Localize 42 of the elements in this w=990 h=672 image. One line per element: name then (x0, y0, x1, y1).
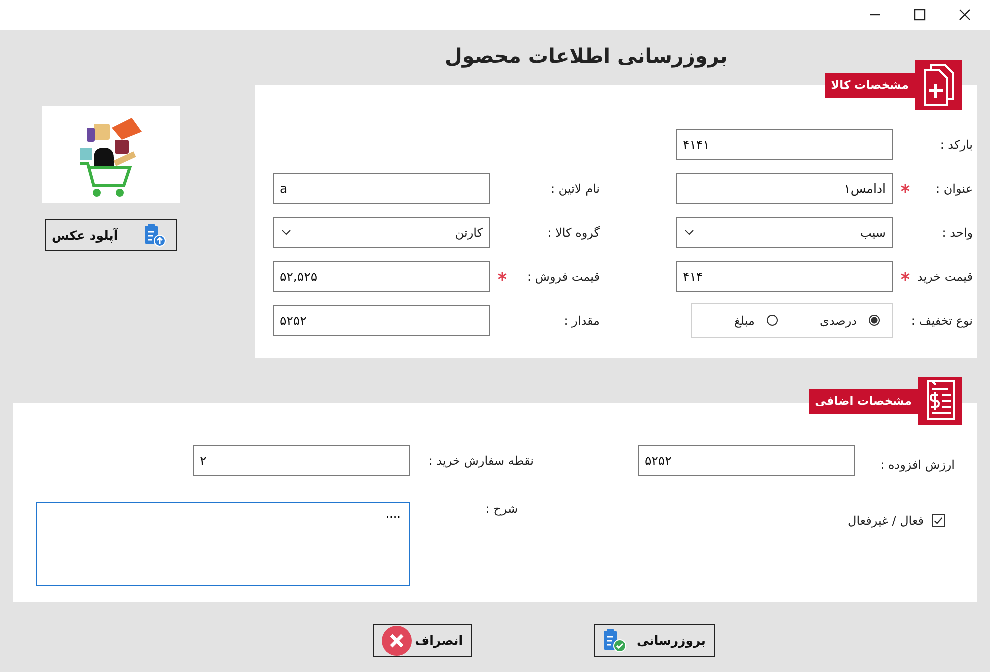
field-label: نام لاتین : (550, 182, 600, 196)
section-title: مشخصات کالا (825, 72, 915, 98)
input-field[interactable]: ۵۲,۵۲۵ (273, 261, 490, 292)
maximize-icon[interactable] (914, 9, 926, 21)
form-title: بروزرسانی اطلاعات محصول (445, 44, 728, 68)
field-label: ارزش افزوده : (880, 456, 955, 472)
field-label: عنوان : (936, 182, 973, 196)
clipboard-check-icon (603, 628, 627, 653)
close-circle-icon (382, 626, 412, 656)
radio-button[interactable] (766, 315, 778, 326)
input-field[interactable]: ۴۱۴۱ (676, 129, 893, 160)
field-label: قیمت فروش : (527, 270, 600, 284)
field-label: نقطه سفارش خرید : (428, 454, 534, 468)
dropdown[interactable]: سیب (676, 217, 893, 248)
field-label: واحد : (942, 226, 973, 240)
field-label: قیمت خرید (917, 270, 973, 284)
chevron-down-icon (685, 230, 694, 236)
radio-label: درصدی (820, 314, 857, 328)
field-label: گروه کالا : (548, 226, 600, 240)
description-field[interactable]: .... (36, 502, 410, 586)
section-title: مشخصات اضافی (809, 388, 918, 414)
dropdown[interactable]: کارتن (273, 217, 490, 248)
input-field[interactable]: ۵۲۵۲ (638, 445, 855, 476)
input-field[interactable]: a (273, 173, 490, 204)
input-field[interactable]: ۵۲۵۲ (273, 305, 490, 336)
input-field[interactable]: ادامس۱ (676, 173, 893, 204)
update-button[interactable]: بروزرسانی (594, 624, 715, 657)
field-label: بارکد : (940, 138, 973, 152)
radio-button[interactable] (869, 315, 880, 326)
input-field[interactable]: ۲ (193, 445, 410, 476)
field-label: نوع تخفیف : (911, 314, 973, 328)
upload-button[interactable]: آپلود عکس (45, 219, 177, 251)
field-label: مقدار : (564, 314, 600, 328)
close-icon[interactable] (959, 9, 971, 21)
radio-label: مبلغ (734, 314, 755, 328)
field-label: شرح : (484, 502, 519, 518)
chevron-down-icon (282, 230, 291, 236)
clipboard-upload-icon (144, 223, 166, 247)
cancel-button[interactable]: انصراف (373, 624, 472, 657)
input-field[interactable]: ۴۱۴ (676, 261, 893, 292)
checkbox-label: فعال / غیرفعال (848, 514, 924, 528)
checkbox[interactable] (932, 514, 945, 527)
